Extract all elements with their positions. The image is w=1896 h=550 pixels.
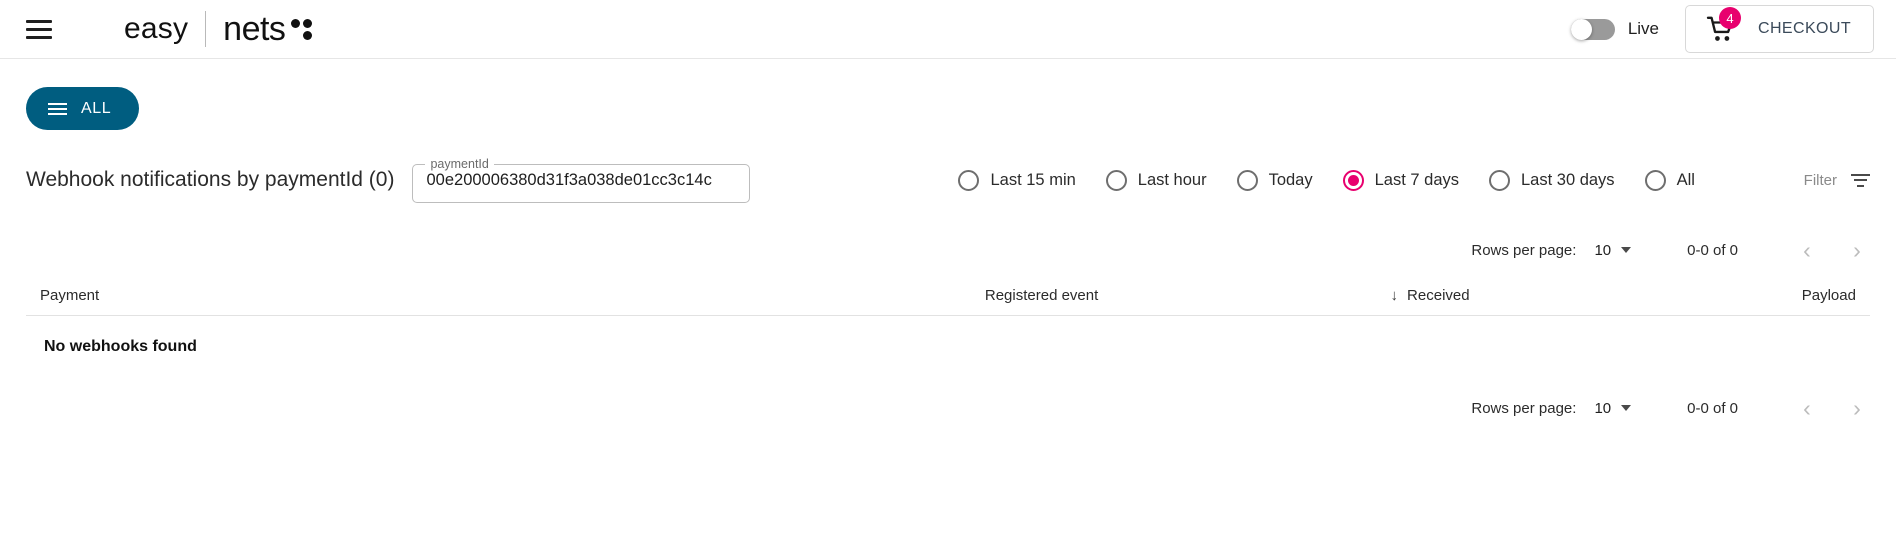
checkout-button-label: CHECKOUT [1758, 20, 1851, 37]
filter-control[interactable]: Filter [1804, 172, 1870, 189]
page-title: Webhook notifications by paymentId (0) [26, 168, 395, 191]
hamburger-line [26, 35, 52, 39]
pagination-range: 0-0 of 0 [1687, 399, 1738, 417]
app-header: easy nets Live 4 CHECKOUT [0, 0, 1896, 58]
sort-desc-arrow-icon: ↓ [1390, 287, 1399, 304]
radio-circle [1489, 169, 1510, 191]
rows-per-page-value: 10 [1594, 399, 1612, 417]
live-mode-label: Live [1627, 19, 1660, 38]
nets-dot [291, 18, 301, 28]
pagination-bottom: Rows per page: 10 0-0 of 0 ‹ › [26, 388, 1870, 428]
radio-label: Last hour [1137, 170, 1207, 189]
hamburger-menu-icon[interactable] [26, 18, 52, 40]
brand-logo: easy nets [124, 10, 313, 48]
list-icon-line [48, 112, 67, 115]
all-filter-button-label: ALL [81, 99, 112, 117]
table-header-row: Payment Registered event ↓ Received Payl… [26, 276, 1870, 316]
column-header-registered-event[interactable]: Registered event [985, 287, 1391, 304]
prev-page-button[interactable]: ‹ [1794, 237, 1820, 263]
pagination-range: 0-0 of 0 [1687, 241, 1738, 259]
radio-last-15-min[interactable]: Last 15 min [958, 169, 1076, 191]
pagination-nav: ‹ › [1794, 395, 1870, 421]
rows-per-page-select[interactable]: 10 [1594, 241, 1632, 259]
radio-all[interactable]: All [1644, 169, 1695, 191]
column-header-received-label: Received [1407, 287, 1470, 304]
radio-circle [1236, 169, 1258, 191]
brand-nets-text: nets [223, 10, 286, 48]
rows-per-page-value: 10 [1594, 241, 1612, 259]
rows-per-page-select[interactable]: 10 [1594, 399, 1632, 417]
radio-label: Last 7 days [1374, 170, 1459, 189]
radio-circle [1105, 169, 1127, 191]
radio-circle [1644, 169, 1666, 191]
payment-id-input[interactable] [412, 157, 751, 203]
hamburger-line [26, 27, 52, 31]
toggle-knob [1570, 18, 1592, 40]
brand-easy-text: easy [124, 12, 189, 45]
rows-per-page-label: Rows per page: [1471, 399, 1577, 417]
live-mode-toggle[interactable] [1570, 18, 1615, 40]
column-header-payload[interactable]: Payload [1667, 287, 1870, 304]
filter-icon[interactable] [1851, 173, 1870, 187]
column-header-received[interactable]: ↓ Received [1391, 287, 1668, 304]
webhooks-table: Payment Registered event ↓ Received Payl… [26, 276, 1870, 378]
prev-page-button[interactable]: ‹ [1794, 395, 1820, 421]
radio-circle [958, 169, 980, 191]
list-icon-line [48, 102, 67, 105]
checkout-button[interactable]: 4 CHECKOUT [1685, 5, 1874, 53]
live-mode-toggle-group[interactable]: Live [1570, 18, 1660, 40]
radio-last-hour[interactable]: Last hour [1105, 169, 1207, 191]
radio-label: Last 30 days [1521, 170, 1615, 189]
list-icon-line [48, 107, 67, 110]
radio-label: Today [1268, 170, 1313, 189]
shopping-cart-icon: 4 [1706, 7, 1742, 42]
chevron-down-icon [1621, 247, 1632, 253]
radio-today[interactable]: Today [1236, 169, 1313, 191]
header-actions: Live 4 CHECKOUT [1570, 5, 1874, 53]
pagination-nav: ‹ › [1794, 237, 1870, 263]
payment-id-field[interactable]: paymentId [412, 157, 751, 203]
filter-label: Filter [1803, 171, 1837, 189]
nets-dot [303, 30, 313, 40]
hamburger-line [26, 19, 52, 23]
nets-dot-empty [291, 31, 300, 40]
filter-icon-line [1854, 179, 1867, 181]
cart-badge-count: 4 [1719, 7, 1742, 29]
column-header-payment[interactable]: Payment [26, 287, 985, 304]
empty-state-message: No webhooks found [44, 338, 197, 355]
radio-circle-selected [1342, 169, 1364, 191]
nets-dot [303, 18, 313, 28]
toolbar-row: Webhook notifications by paymentId (0) p… [26, 156, 1870, 204]
nets-dots-icon [291, 18, 313, 40]
radio-last-30-days[interactable]: Last 30 days [1489, 169, 1615, 191]
radio-label: All [1676, 170, 1695, 189]
radio-label: Last 15 min [990, 170, 1076, 189]
table-empty-state: No webhooks found [26, 316, 1870, 378]
next-page-button[interactable]: › [1844, 237, 1870, 263]
chevron-down-icon [1621, 405, 1632, 411]
filter-icon-line [1857, 184, 1864, 187]
brand-divider [205, 11, 207, 47]
next-page-button[interactable]: › [1844, 395, 1870, 421]
pagination-top: Rows per page: 10 0-0 of 0 ‹ › [26, 230, 1870, 270]
main-content: ALL Webhook notifications by paymentId (… [0, 59, 1896, 428]
rows-per-page-label: Rows per page: [1471, 241, 1577, 259]
list-icon [48, 102, 67, 115]
time-range-radio-group[interactable]: Last 15 min Last hour Today Last 7 days … [958, 169, 1695, 191]
radio-last-7-days[interactable]: Last 7 days [1342, 169, 1459, 191]
all-filter-button[interactable]: ALL [26, 87, 140, 130]
filter-icon-line [1851, 173, 1870, 176]
